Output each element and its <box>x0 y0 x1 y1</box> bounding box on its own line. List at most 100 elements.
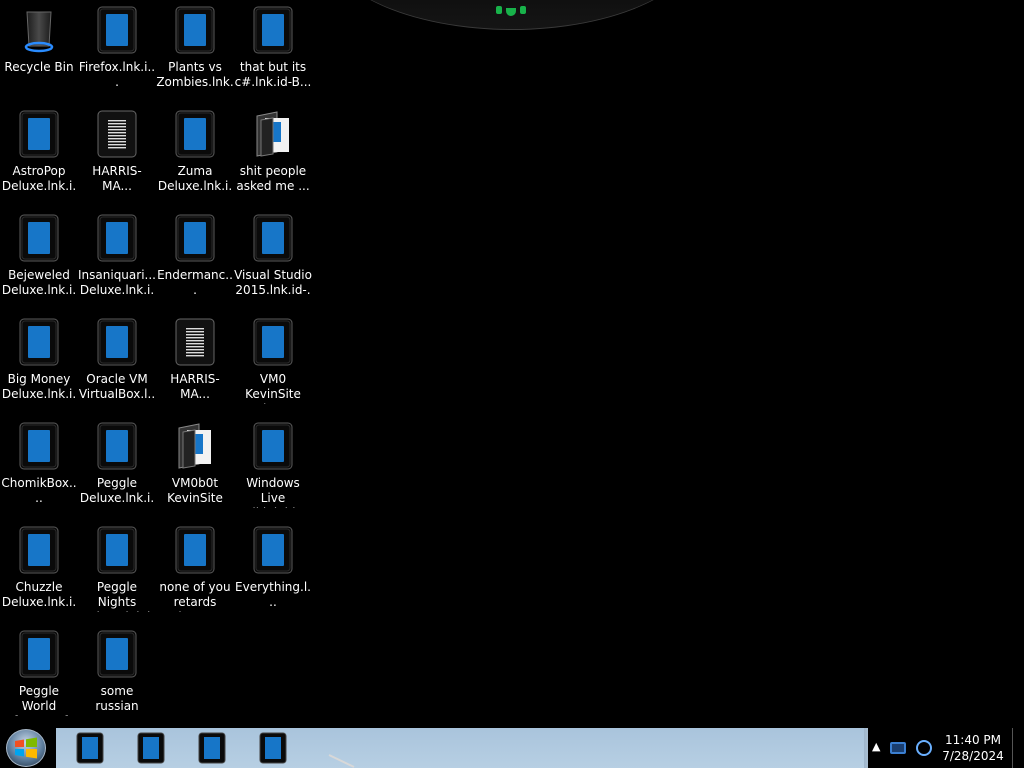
desktop-icon[interactable]: Visual Studio 2015.lnk.id-... <box>234 208 312 308</box>
desktop-icon-label: Peggle Nights Deluxe.lnk.i... <box>80 580 154 612</box>
desktop-icon-label: VM0 KevinSite (V... <box>245 372 301 404</box>
shortcut-icon <box>253 526 293 574</box>
shortcut-icon <box>175 6 215 54</box>
shortcut-icon <box>175 526 215 574</box>
start-button[interactable] <box>6 729 46 767</box>
desktop-icon[interactable]: Peggle Deluxe.lnk.i... <box>78 416 156 516</box>
shortcut-icon <box>259 732 287 764</box>
desktop-icon[interactable]: Recycle Bin <box>0 0 78 100</box>
desktop-icon[interactable]: ChomikBox.... <box>0 416 78 516</box>
taskbar-pinned-app[interactable] <box>198 732 226 764</box>
desktop-icon-label: Plants vs Zombies.lnk... <box>156 60 234 92</box>
desktop-icon[interactable]: Peggle World of Warcraft ... <box>0 624 78 724</box>
desktop-icon[interactable]: Plants vs Zombies.lnk... <box>156 0 234 100</box>
desktop-icon[interactable]: HARRIS-MA... <box>78 104 156 204</box>
desktop-icon[interactable]: Oracle VM VirtualBox.l... <box>78 312 156 412</box>
shortcut-icon <box>19 318 59 366</box>
volume-icon[interactable] <box>916 740 932 756</box>
shortcut-icon <box>97 6 137 54</box>
status-indicator-icon <box>520 6 526 14</box>
recycle-bin-icon <box>19 6 59 54</box>
mouse-cursor-icon <box>328 754 355 768</box>
shortcut-icon <box>97 630 137 678</box>
desktop-icon-label: AstroPop Deluxe.lnk.i... <box>1 164 77 196</box>
shortcut-icon <box>137 732 165 764</box>
desktop-icon-label: Recycle Bin <box>4 60 74 74</box>
desktop-icon-label: Everything.l... <box>235 580 311 609</box>
desktop-icon[interactable]: none of you retards kno... <box>156 520 234 620</box>
desktop-icon[interactable]: Endermanc... <box>156 208 234 308</box>
desktop-icon[interactable]: Chuzzle Deluxe.lnk.i... <box>0 520 78 620</box>
taskbar-pinned-app[interactable] <box>76 732 104 764</box>
shortcut-icon <box>19 214 59 262</box>
windows-logo-icon <box>15 737 37 759</box>
shortcut-icon <box>253 6 293 54</box>
show-desktop-button[interactable] <box>1012 728 1024 768</box>
taskbar: ▲ 11:40 PM 7/28/2024 <box>0 728 1024 768</box>
desktop-icon[interactable]: VM0b0t KevinSite <box>156 416 234 516</box>
document-icon <box>175 318 215 366</box>
shortcut-icon <box>198 732 226 764</box>
shortcut-icon <box>19 630 59 678</box>
status-indicator-icon <box>496 6 502 14</box>
desktop-icon[interactable]: Zuma Deluxe.lnk.i... <box>156 104 234 204</box>
desktop-icon[interactable]: HARRIS-MA... <box>156 312 234 412</box>
desktop-icon[interactable]: Peggle Nights Deluxe.lnk.i... <box>78 520 156 620</box>
desktop-icon-label: Peggle Deluxe.lnk.i... <box>79 476 155 508</box>
desktop-icon-label: Firefox.lnk.i... <box>78 60 156 89</box>
shortcut-icon <box>97 214 137 262</box>
desktop-icon[interactable]: Bejeweled Deluxe.lnk.i... <box>0 208 78 308</box>
shortcut-icon <box>97 526 137 574</box>
desktop-icon-label: Chuzzle Deluxe.lnk.i... <box>1 580 77 612</box>
folder-icon <box>175 422 215 470</box>
show-hidden-icons-button[interactable]: ▲ <box>872 740 880 753</box>
folder-icon <box>253 110 293 158</box>
desktop-icon[interactable]: Big Money Deluxe.lnk.i... <box>0 312 78 412</box>
desktop-icon-label: HARRIS-MA... <box>92 164 142 193</box>
shortcut-icon <box>253 422 293 470</box>
top-dock-arc <box>322 0 702 30</box>
shortcut-icon <box>253 318 293 366</box>
desktop-icon-label: Visual Studio 2015.lnk.id-... <box>234 268 312 300</box>
network-icon[interactable] <box>890 742 906 754</box>
desktop-icon[interactable]: Insaniquari... Deluxe.lnk.i... <box>78 208 156 308</box>
desktop-icon[interactable]: Windows Live Mail.lnk.id-... <box>234 416 312 516</box>
desktop-icon[interactable]: shit people asked me ... <box>234 104 312 204</box>
taskbar-clock[interactable]: 11:40 PM 7/28/2024 <box>938 732 1008 764</box>
shortcut-icon <box>97 422 137 470</box>
system-tray: ▲ 11:40 PM 7/28/2024 <box>868 728 1024 768</box>
shortcut-icon <box>19 110 59 158</box>
clock-time: 11:40 PM <box>945 733 1001 747</box>
desktop-icon-label: that but its c#.lnk.id-B... <box>234 60 312 89</box>
desktop-icon-label: none of you retards kno... <box>159 580 231 612</box>
desktop-icon-label: shit people asked me ... <box>236 164 310 193</box>
desktop-icon-label: Endermanc... <box>157 268 233 297</box>
shortcut-icon <box>76 732 104 764</box>
desktop-icon-label: HARRIS-MA... <box>170 372 220 401</box>
taskbar-pinned-app[interactable] <box>137 732 165 764</box>
shortcut-icon <box>19 526 59 574</box>
desktop-icon-label: Zuma Deluxe.lnk.i... <box>157 164 233 196</box>
shortcut-icon <box>253 214 293 262</box>
desktop-icon[interactable]: VM0 KevinSite (V... <box>234 312 312 412</box>
taskbar-pinned-area <box>56 728 864 768</box>
desktop-icon-label: Big Money Deluxe.lnk.i... <box>1 372 77 404</box>
desktop-icon-label: Insaniquari... Deluxe.lnk.i... <box>78 268 156 300</box>
desktop-icon-grid: Recycle Bin Firefox.lnk.i... Plants vs Zom… <box>0 0 320 728</box>
shortcut-icon <box>175 110 215 158</box>
desktop-icon-label: Oracle VM VirtualBox.l... <box>78 372 156 404</box>
desktop-icon[interactable]: that but its c#.lnk.id-B... <box>234 0 312 100</box>
desktop-icon[interactable]: Everything.l... <box>234 520 312 620</box>
clock-date: 7/28/2024 <box>942 749 1004 763</box>
desktop-icon-label: some russian ran a rat.lnk... <box>95 684 139 716</box>
desktop-icon[interactable]: AstroPop Deluxe.lnk.i... <box>0 104 78 204</box>
shortcut-icon <box>19 422 59 470</box>
desktop-icon-label: Bejeweled Deluxe.lnk.i... <box>1 268 77 300</box>
desktop-icon-label: Windows Live Mail.lnk.id-... <box>235 476 312 508</box>
shortcut-icon <box>97 318 137 366</box>
desktop-icon[interactable]: Firefox.lnk.i... <box>78 0 156 100</box>
desktop-icon-label: ChomikBox.... <box>1 476 77 505</box>
taskbar-pinned-app[interactable] <box>259 732 287 764</box>
status-indicator-icon <box>506 8 516 16</box>
desktop-icon[interactable]: some russian ran a rat.lnk... <box>78 624 156 724</box>
